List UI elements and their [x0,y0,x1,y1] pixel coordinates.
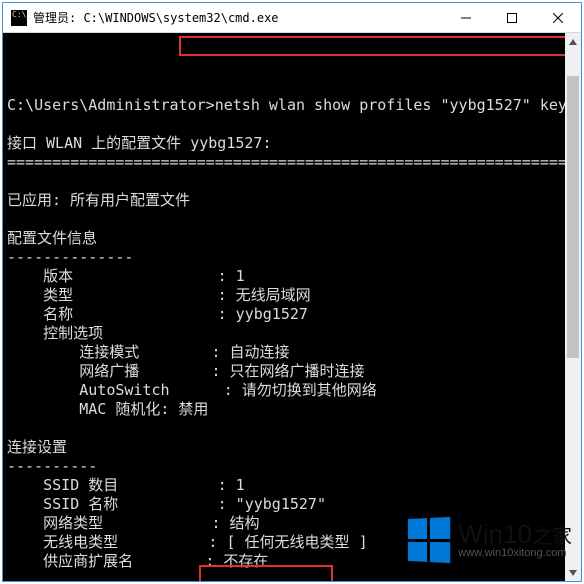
cmd-icon [11,10,27,26]
vertical-scrollbar[interactable] [565,33,581,581]
chevron-up-icon [569,39,577,45]
minimize-icon [461,13,471,23]
close-button[interactable] [535,3,581,33]
maximize-button[interactable] [489,3,535,33]
window-title: 管理员: C:\WINDOWS\system32\cmd.exe [33,9,279,26]
command-highlight-box [179,36,573,56]
close-icon [553,13,563,23]
chevron-down-icon [569,570,577,576]
terminal-output[interactable]: C:\Users\Administrator>netsh wlan show p… [3,33,581,581]
scrollbar-thumb[interactable] [567,76,579,359]
scroll-down-button[interactable] [565,564,581,581]
maximize-icon [507,13,517,23]
minimize-button[interactable] [443,3,489,33]
scroll-up-button[interactable] [565,33,581,50]
scrollbar-track[interactable] [565,50,581,564]
titlebar: 管理员: C:\WINDOWS\system32\cmd.exe [3,3,581,33]
